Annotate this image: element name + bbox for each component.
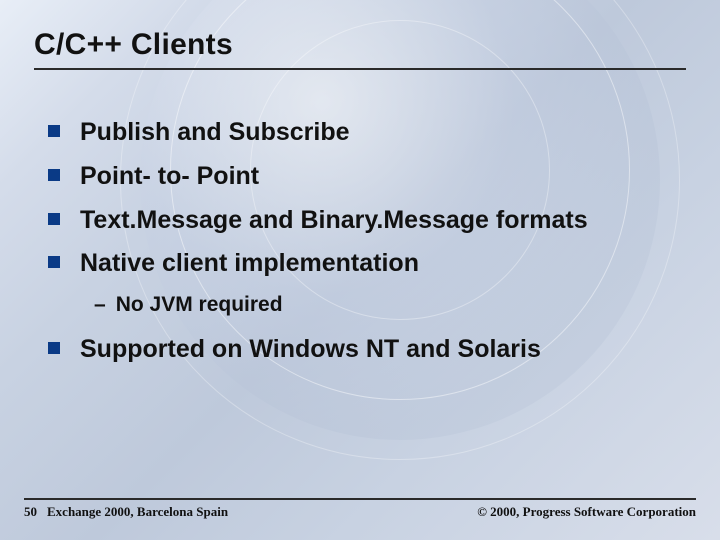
square-bullet-icon bbox=[48, 125, 60, 137]
copyright-text: © 2000, Progress Software Corporation bbox=[477, 504, 696, 520]
bullet-text: Native client implementation bbox=[80, 247, 419, 281]
bullet-item: Native client implementation bbox=[34, 247, 686, 281]
slide-title: C/C++ Clients bbox=[34, 28, 686, 70]
square-bullet-icon bbox=[48, 213, 60, 225]
dash-bullet-icon: – bbox=[94, 291, 106, 319]
sub-bullet-list: – No JVM required bbox=[34, 291, 686, 319]
bullet-text: Point- to- Point bbox=[80, 160, 259, 194]
bullet-text: Supported on Windows NT and Solaris bbox=[80, 333, 541, 367]
slide-footer: 50 Exchange 2000, Barcelona Spain © 2000… bbox=[24, 498, 696, 520]
slide: C/C++ Clients Publish and Subscribe Poin… bbox=[0, 0, 720, 540]
square-bullet-icon bbox=[48, 169, 60, 181]
bullet-list: Publish and Subscribe Point- to- Point T… bbox=[34, 116, 686, 367]
bullet-item: Text.Message and Binary.Message formats bbox=[34, 204, 686, 238]
bullet-item: Publish and Subscribe bbox=[34, 116, 686, 150]
square-bullet-icon bbox=[48, 256, 60, 268]
sub-bullet-text: No JVM required bbox=[116, 291, 283, 319]
bullet-text: Text.Message and Binary.Message formats bbox=[80, 204, 588, 238]
square-bullet-icon bbox=[48, 342, 60, 354]
page-number: 50 bbox=[24, 504, 37, 520]
bullet-item: Supported on Windows NT and Solaris bbox=[34, 333, 686, 367]
bullet-item: Point- to- Point bbox=[34, 160, 686, 194]
bullet-text: Publish and Subscribe bbox=[80, 116, 350, 150]
footer-left: 50 Exchange 2000, Barcelona Spain bbox=[24, 504, 228, 520]
event-name: Exchange 2000, Barcelona Spain bbox=[47, 504, 228, 520]
sub-bullet-item: – No JVM required bbox=[94, 291, 686, 319]
